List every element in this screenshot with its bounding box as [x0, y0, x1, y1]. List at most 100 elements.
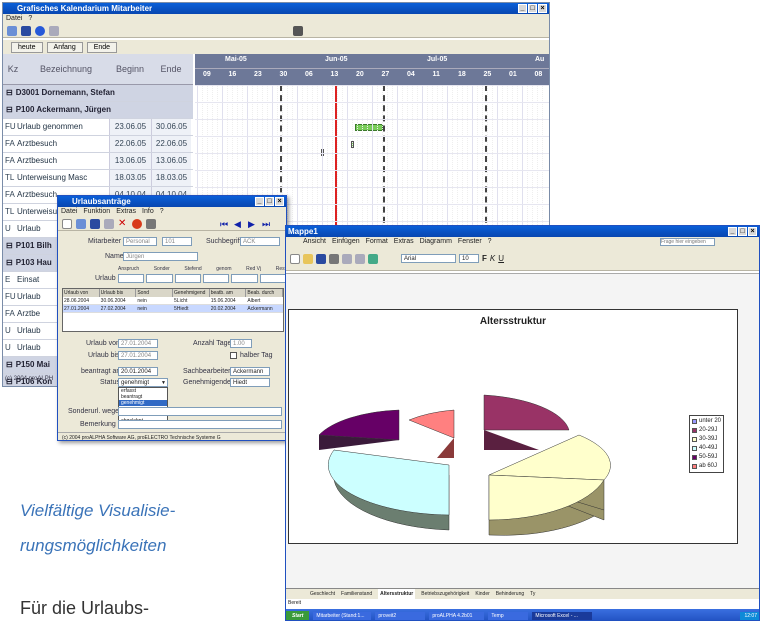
stop-icon[interactable]: [35, 25, 45, 36]
table-row[interactable]: 27.01.2004 27.02.2004 nein 5Hiedt 20.02.2004…: [63, 305, 283, 313]
col-ende[interactable]: Ende: [151, 54, 191, 84]
font-size-select[interactable]: 10: [459, 254, 479, 263]
column-header[interactable]: Beab. durch: [246, 289, 284, 297]
menu-fenster[interactable]: Fenster: [458, 238, 482, 245]
taskbar-item[interactable]: Temp: [488, 611, 529, 620]
pie-chart[interactable]: [289, 310, 739, 545]
group-row[interactable]: ⊟ D3001 Dornemann, Stefan: [3, 85, 193, 102]
legend-entry[interactable]: 40-49J: [692, 444, 721, 453]
col-beginn[interactable]: Beginn: [109, 54, 151, 84]
group-row[interactable]: ⊟ P100 Ackermann, Jürgen: [3, 102, 193, 119]
close-button[interactable]: ×: [538, 4, 547, 13]
col-bezeichnung[interactable]: Bezeichnung: [23, 54, 109, 84]
stop-icon[interactable]: [132, 218, 142, 229]
delete-icon[interactable]: ✕: [118, 218, 128, 229]
expand-icon[interactable]: ⊟: [6, 238, 13, 254]
legend-entry[interactable]: 30-39J: [692, 435, 721, 444]
menu-datei[interactable]: Datei: [6, 15, 22, 22]
table-row[interactable]: TL Unterweisung Masc 18.03.05 18.03.05: [3, 170, 193, 187]
taskbar-item[interactable]: proALPHA 4.2b01: [429, 611, 485, 620]
table-row[interactable]: FA Arztbesuch 22.06.05 22.06.05: [3, 136, 193, 153]
minimize-button[interactable]: _: [255, 197, 264, 206]
taskbar-item[interactable]: Mitarbeiter (Stand:1...: [313, 611, 372, 620]
prev-icon[interactable]: ◀: [234, 219, 244, 229]
help-search-input[interactable]: Frage hier eingeben: [660, 238, 715, 246]
vacation-bar[interactable]: [355, 124, 383, 131]
sheet-tab[interactable]: Geschlecht: [310, 589, 335, 599]
start-button[interactable]: Start: [286, 610, 310, 620]
table-row[interactable]: FU Urlaub genommen 23.06.05 30.06.05: [3, 119, 193, 136]
chart-icon[interactable]: [368, 253, 378, 264]
close-button[interactable]: ×: [748, 227, 757, 236]
open-icon[interactable]: [76, 218, 86, 229]
menu-help[interactable]: ?: [488, 238, 492, 245]
menu-extras[interactable]: Extras: [116, 208, 136, 215]
copy-icon[interactable]: [355, 253, 365, 264]
urlaub-bis-field[interactable]: 27.01.2004: [118, 351, 158, 360]
next-icon[interactable]: ▶: [248, 219, 258, 229]
menu-ansicht[interactable]: Ansicht: [303, 238, 326, 245]
column-header[interactable]: Genehmigend: [173, 289, 210, 297]
print-icon[interactable]: [293, 25, 303, 36]
legend-entry[interactable]: 50-59J: [692, 453, 721, 462]
maximize-button[interactable]: □: [528, 4, 537, 13]
status-select[interactable]: genehmigt ▼: [118, 378, 168, 387]
italic-button[interactable]: K: [490, 254, 495, 263]
genehmigender-field[interactable]: Hiedt: [230, 378, 270, 387]
open-icon[interactable]: [303, 253, 313, 264]
first-icon[interactable]: ⏮: [220, 219, 230, 229]
minimize-button[interactable]: _: [728, 227, 737, 236]
expand-icon[interactable]: ⊟: [6, 255, 13, 271]
column-header[interactable]: beatb. am: [210, 289, 247, 297]
filter-icon[interactable]: [49, 25, 59, 36]
expand-icon[interactable]: ⊟: [6, 102, 13, 118]
menu-format[interactable]: Format: [366, 238, 388, 245]
legend-entry[interactable]: ab 60J: [692, 462, 721, 471]
new-icon[interactable]: [62, 218, 72, 229]
bemerkung-field[interactable]: [118, 420, 282, 429]
anzahl-tage-field[interactable]: 1.00: [230, 339, 252, 348]
save-icon[interactable]: [90, 218, 100, 229]
sheet-tab[interactable]: Betriebszugehörigkeit: [421, 589, 469, 599]
font-select[interactable]: Arial: [401, 254, 456, 263]
mitarbeiter-field[interactable]: Personal: [123, 237, 157, 246]
sachbearbeiter-field[interactable]: Ackermann: [230, 367, 270, 376]
menu-info[interactable]: Info: [142, 208, 154, 215]
minimize-button[interactable]: _: [518, 4, 527, 13]
menu-datei[interactable]: Datei: [61, 208, 77, 215]
column-header[interactable]: Sond: [136, 289, 174, 297]
menu-help[interactable]: ?: [28, 15, 32, 22]
legend-entry[interactable]: 20-29J: [692, 426, 721, 435]
close-button[interactable]: ×: [275, 197, 284, 206]
chevron-down-icon[interactable]: ▼: [161, 379, 166, 386]
legend-entry[interactable]: unter 20: [692, 417, 721, 426]
underline-button[interactable]: U: [498, 254, 504, 263]
open-icon[interactable]: [7, 25, 17, 36]
column-header[interactable]: Urlaub von: [63, 289, 100, 297]
chart-legend[interactable]: unter 20 20-29J 30-39J 40-49J 50-59J ab 60J: [689, 415, 725, 473]
bold-button[interactable]: F: [482, 254, 487, 263]
sheet-tab[interactable]: Altersstruktur: [378, 589, 416, 599]
taskbar-item[interactable]: Microsoft Excel - ...: [532, 611, 593, 620]
expand-icon[interactable]: ⊟: [6, 357, 13, 373]
last-icon[interactable]: ⏭: [262, 219, 272, 229]
col-kz[interactable]: Kz: [3, 54, 23, 84]
sheet-tab[interactable]: Ty: [530, 589, 535, 599]
menu-funktion[interactable]: Funktion: [83, 208, 110, 215]
print-icon[interactable]: [146, 218, 156, 229]
sheet-tab[interactable]: Kinder: [475, 589, 489, 599]
mitarbeiter-number-field[interactable]: 101: [162, 237, 192, 246]
urlaub-vom-field[interactable]: 27.01.2004: [118, 339, 158, 348]
menu-extras[interactable]: Extras: [394, 238, 414, 245]
cut-icon[interactable]: [342, 253, 352, 264]
table-row[interactable]: FA Arztbesuch 13.06.05 13.06.05: [3, 153, 193, 170]
halber-tag-checkbox[interactable]: [230, 352, 237, 359]
anfang-button[interactable]: Anfang: [46, 42, 83, 53]
beantragt-am-field[interactable]: 20.01.2004: [118, 367, 158, 376]
taskbar-item[interactable]: proveit2: [375, 611, 426, 620]
save-icon[interactable]: [316, 253, 326, 264]
menu-diagramm[interactable]: Diagramm: [420, 238, 452, 245]
print-icon[interactable]: [329, 253, 339, 264]
sheet-tab[interactable]: Behinderung: [496, 589, 524, 599]
sheet-tab[interactable]: Familienstand: [341, 589, 372, 599]
